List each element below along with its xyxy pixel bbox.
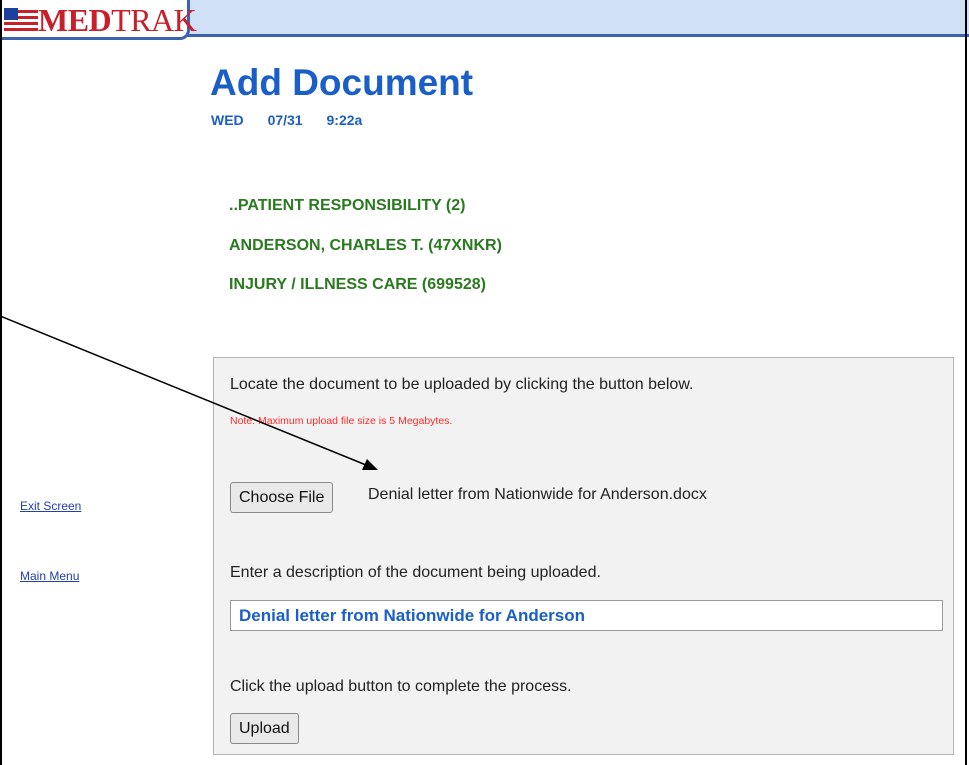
choose-file-button[interactable]: Choose File xyxy=(230,482,334,513)
description-prompt: Enter a description of the document bein… xyxy=(230,564,601,581)
context-line-responsibility: ..PATIENT RESPONSIBILITY (2) xyxy=(229,197,466,214)
day-label: WED xyxy=(211,112,244,128)
context-line-patient: ANDERSON, CHARLES T. (47XNKR) xyxy=(229,237,502,254)
selected-filename: Denial letter from Nationwide for Anders… xyxy=(368,486,707,503)
time-label: 9:22a xyxy=(326,112,363,128)
context-line-case: INJURY / ILLNESS CARE (699528) xyxy=(229,276,486,293)
upload-instruction: Locate the document to be uploaded by cl… xyxy=(230,376,694,393)
logo-tab: MEDTRAK xyxy=(0,0,197,40)
logo-text: MEDTRAK xyxy=(38,2,197,38)
upload-panel: Locate the document to be uploaded by cl… xyxy=(213,357,954,755)
date-label: 07/31 xyxy=(267,112,303,128)
exit-screen-link[interactable]: Exit Screen xyxy=(20,499,81,513)
upload-button[interactable]: Upload xyxy=(230,713,299,744)
complete-prompt: Click the upload button to complete the … xyxy=(230,678,572,695)
main-menu-link[interactable]: Main Menu xyxy=(20,569,79,583)
date-time: WED 07/31 9:22a xyxy=(211,112,382,128)
banner-divider xyxy=(186,34,969,37)
medtrak-logo: MEDTRAK xyxy=(4,2,197,38)
file-size-note: Note: Maximum upload file size is 5 Mega… xyxy=(230,415,453,427)
flag-icon xyxy=(4,8,38,31)
description-input[interactable] xyxy=(230,600,943,631)
page-title: Add Document xyxy=(210,62,474,103)
